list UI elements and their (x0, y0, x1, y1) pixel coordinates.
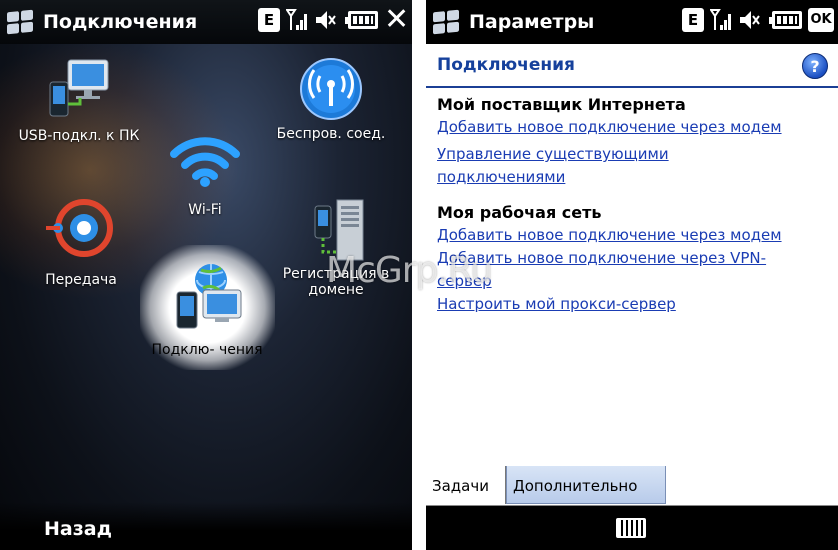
screenshot-divider (412, 0, 426, 550)
input-panel-bar (426, 506, 838, 550)
title-bar: Подключения E ✕ (0, 0, 412, 44)
proxy-settings-link[interactable]: Настроить мой прокси-сервер (437, 293, 832, 316)
back-softkey[interactable]: Назад (0, 502, 412, 550)
settings-screen: Параметры E OK Подключения ? Мой поставщ… (426, 0, 838, 550)
wireless-antenna-icon (300, 58, 362, 120)
work-section: Моя рабочая сеть Добавить новое подключе… (437, 202, 832, 316)
usb-pc-icon (49, 59, 109, 117)
windows-start-icon[interactable] (7, 9, 33, 35)
wireless-label: Беспров. соед. (276, 126, 386, 142)
page-title: Подключения (437, 55, 575, 75)
battery-icon[interactable] (345, 11, 378, 29)
screen-title: Подключения (43, 11, 198, 33)
isp-section-title: Мой поставщик Интернета (437, 95, 686, 114)
help-icon[interactable]: ? (802, 53, 828, 79)
connections-icon (176, 264, 242, 329)
volume-muted-icon[interactable] (314, 8, 336, 32)
connections-item[interactable]: Подклю- чения (142, 262, 272, 358)
usb-connection-item[interactable]: USB-подкл. к ПК (14, 56, 144, 144)
beam-label: Передача (45, 272, 117, 288)
windows-start-icon-right[interactable] (433, 9, 459, 35)
keyboard-icon[interactable] (616, 518, 646, 538)
tab-advanced[interactable]: Дополнительно (506, 466, 666, 504)
beam-item[interactable]: Передача (26, 198, 136, 288)
signal-strength-icon[interactable] (285, 8, 308, 32)
usb-label: USB-подкл. к ПК (18, 128, 140, 144)
work-add-modem-link[interactable]: Добавить новое подключение через модем (437, 224, 832, 247)
wifi-icon (170, 137, 240, 187)
wifi-item[interactable]: Wi-Fi (150, 130, 260, 218)
isp-section: Мой поставщик Интернета Добавить новое п… (437, 94, 832, 189)
isp-manage-link-line1[interactable]: Управление существующими (437, 143, 832, 166)
isp-manage-link-line2[interactable]: подключениями (437, 166, 832, 189)
domain-server-icon (314, 199, 364, 261)
domain-label-line2: домене (308, 282, 364, 298)
domain-label-line1: Регистрация в (282, 266, 390, 282)
tab-strip: Задачи Дополнительно (426, 466, 838, 506)
connections-screen: Подключения E ✕ USB-подкл. к ПК Беспров.… (0, 0, 412, 550)
page-header: Подключения ? (426, 44, 838, 88)
ok-button[interactable]: OK (808, 8, 834, 32)
title-bar-right: Параметры E OK (426, 0, 838, 44)
work-add-vpn-link-line2[interactable]: сервер (437, 270, 832, 293)
signal-strength-icon-right[interactable] (709, 8, 732, 32)
close-icon[interactable]: ✕ (384, 5, 409, 35)
work-add-vpn-link-line1[interactable]: Добавить новое подключение через VPN- (437, 247, 832, 270)
isp-add-modem-link[interactable]: Добавить новое подключение через модем (437, 116, 832, 139)
connections-label: Подклю- чения (151, 342, 263, 358)
work-section-title: Моя рабочая сеть (437, 203, 602, 222)
beam-icon (46, 199, 113, 257)
tab-tasks[interactable]: Задачи (426, 466, 506, 504)
wireless-manager-item[interactable]: Беспров. соед. (266, 56, 396, 142)
screen-title-right: Параметры (469, 11, 595, 33)
edge-indicator-icon: E (258, 8, 280, 32)
domain-enroll-item[interactable]: Регистрация в домене (266, 198, 406, 298)
wifi-label: Wi-Fi (188, 202, 222, 218)
battery-icon-right[interactable] (769, 11, 802, 29)
volume-muted-icon-right[interactable] (738, 8, 760, 32)
edge-indicator-icon-right: E (682, 8, 704, 32)
